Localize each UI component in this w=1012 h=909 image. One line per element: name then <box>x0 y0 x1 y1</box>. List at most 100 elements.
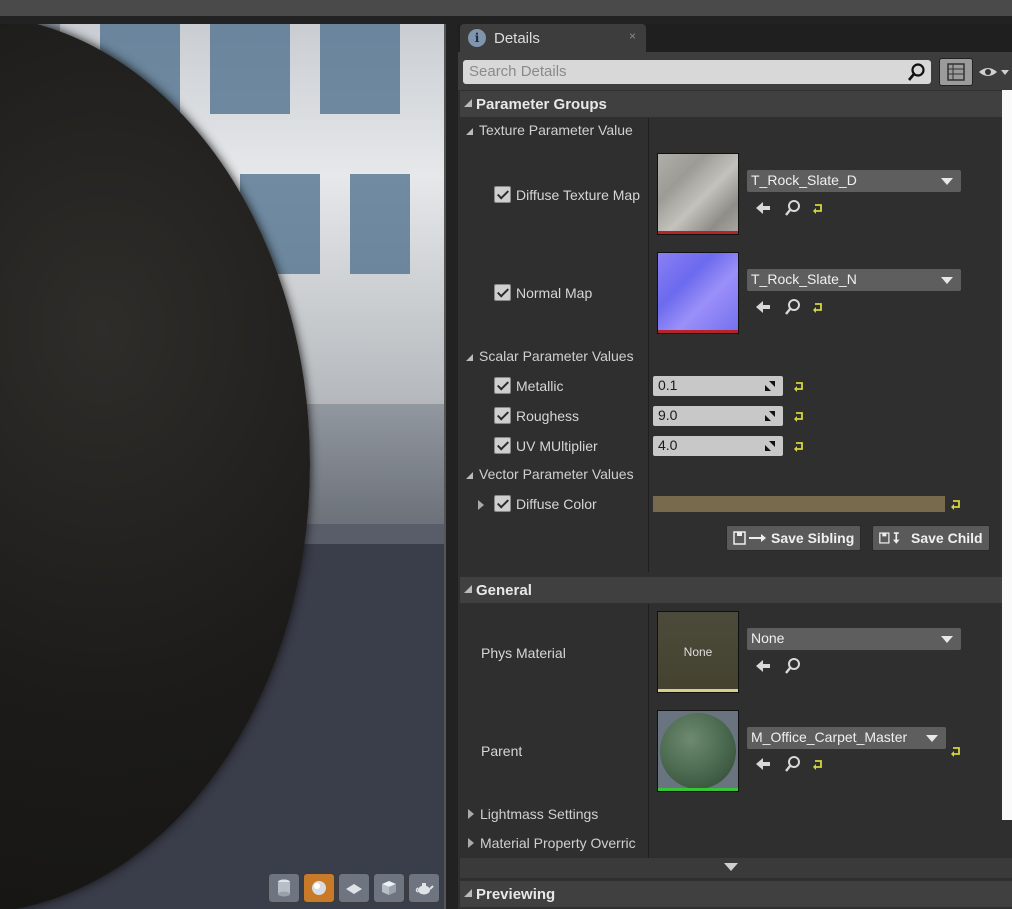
reset-to-default-icon[interactable] <box>793 410 805 422</box>
collapse-arrow-icon <box>464 585 472 593</box>
diffuse-texture-thumbnail[interactable] <box>657 153 739 235</box>
search-placeholder: Search Details <box>469 63 567 80</box>
property-matrix-button[interactable] <box>939 58 973 86</box>
button-label: Save Child <box>911 530 983 546</box>
roughness-value-field[interactable]: 9.0 <box>653 406 783 426</box>
details-panel: i Details × Search Details Parameter Gro… <box>458 24 1012 909</box>
use-selected-arrow-icon[interactable] <box>754 657 772 675</box>
tab-details[interactable]: i Details × <box>460 24 646 52</box>
phys-material-thumbnail[interactable]: None <box>657 611 739 693</box>
building-window <box>320 24 400 114</box>
collapse-arrow-icon <box>466 472 473 479</box>
column-divider <box>648 604 649 858</box>
group-texture-parameters[interactable]: Texture Parameter Value <box>466 122 646 138</box>
panel-tab-strip: i Details × <box>458 24 1012 52</box>
cylinder-icon[interactable] <box>268 873 300 903</box>
section-title: Parameter Groups <box>476 95 607 113</box>
browse-search-icon[interactable] <box>784 298 802 316</box>
param-label: Diffuse Texture Map <box>516 187 640 203</box>
scrollbar[interactable] <box>1002 90 1012 820</box>
save-child-button[interactable]: Save Child <box>872 525 990 551</box>
chevron-down-icon <box>724 863 738 871</box>
save-sibling-button[interactable]: Save Sibling <box>726 525 862 551</box>
uv-multiplier-checkbox[interactable] <box>494 437 511 454</box>
eye-icon[interactable] <box>977 64 1012 80</box>
reset-to-default-icon[interactable] <box>812 758 824 770</box>
chevron-down-icon <box>941 636 953 643</box>
parent-material-combo[interactable]: M_Office_Carpet_Master <box>747 727 946 749</box>
chevron-down-icon <box>941 277 953 284</box>
teapot-icon[interactable] <box>408 873 440 903</box>
group-label: Vector Parameter Values <box>479 466 634 482</box>
close-icon[interactable]: × <box>629 29 636 43</box>
chevron-down-icon <box>926 735 938 742</box>
expand-arrow-icon <box>468 838 474 848</box>
building-window <box>210 24 290 114</box>
use-selected-arrow-icon[interactable] <box>754 755 772 773</box>
reset-to-default-icon[interactable] <box>812 301 824 313</box>
section-title: Previewing <box>476 885 556 903</box>
top-toolbar-strip <box>0 0 1012 16</box>
show-advanced-row[interactable] <box>460 858 1012 878</box>
numeric-value: 4.0 <box>658 437 678 453</box>
roughness-checkbox[interactable] <box>494 407 511 424</box>
diffuse-color-swatch[interactable] <box>653 496 945 512</box>
diffuse-color-checkbox[interactable] <box>494 495 511 512</box>
expand-diagonal-icon <box>765 381 775 391</box>
preview-shape-toolbar <box>268 873 440 903</box>
param-label: Roughess <box>516 408 580 424</box>
collapse-arrow-icon <box>464 889 472 897</box>
phys-material-combo[interactable]: None <box>747 628 961 650</box>
texture-type-bar <box>658 231 738 234</box>
tab-details-label: Details <box>494 29 540 47</box>
sphere-icon[interactable] <box>303 873 335 903</box>
section-general[interactable]: General <box>460 577 1012 603</box>
texture-type-bar <box>658 330 738 333</box>
group-vector-parameters[interactable]: Vector Parameter Values <box>466 466 656 482</box>
reset-to-default-icon[interactable] <box>793 440 805 452</box>
search-input[interactable]: Search Details <box>463 60 931 84</box>
metallic-checkbox[interactable] <box>494 377 511 394</box>
column-divider <box>648 118 649 572</box>
cube-icon[interactable] <box>373 873 405 903</box>
browse-search-icon[interactable] <box>784 199 802 217</box>
group-scalar-parameters[interactable]: Scalar Parameter Values <box>466 348 656 364</box>
metallic-value-field[interactable]: 0.1 <box>653 376 783 396</box>
info-icon: i <box>468 29 486 47</box>
plane-icon[interactable] <box>338 873 370 903</box>
asset-name: None <box>751 630 785 646</box>
reset-to-default-icon[interactable] <box>950 498 962 510</box>
normal-map-checkbox[interactable] <box>494 284 511 301</box>
diffuse-texture-checkbox[interactable] <box>494 186 511 203</box>
grid-icon <box>947 63 965 81</box>
browse-search-icon[interactable] <box>784 755 802 773</box>
search-icon[interactable] <box>907 62 927 82</box>
parent-material-thumbnail[interactable] <box>657 710 739 792</box>
numeric-value: 9.0 <box>658 407 678 423</box>
chevron-down-icon <box>941 178 953 185</box>
group-lightmass-settings[interactable]: Lightmass Settings <box>468 806 648 822</box>
expand-arrow-icon[interactable] <box>478 497 490 513</box>
param-label: Diffuse Color <box>516 496 597 512</box>
reset-to-default-icon[interactable] <box>812 202 824 214</box>
uv-multiplier-value-field[interactable]: 4.0 <box>653 436 783 456</box>
asset-name: M_Office_Carpet_Master <box>751 729 908 745</box>
group-label: Texture Parameter Value <box>479 122 633 138</box>
use-selected-arrow-icon[interactable] <box>754 298 772 316</box>
section-previewing[interactable]: Previewing <box>460 881 1012 907</box>
expand-arrow-icon <box>468 809 474 819</box>
normal-map-thumbnail[interactable] <box>657 252 739 334</box>
section-title: General <box>476 581 532 599</box>
diffuse-texture-asset-combo[interactable]: T_Rock_Slate_D <box>747 170 961 192</box>
reset-to-default-icon[interactable] <box>950 745 962 757</box>
collapse-arrow-icon <box>466 354 473 361</box>
browse-search-icon[interactable] <box>784 657 802 675</box>
material-preview-viewport[interactable] <box>0 24 446 909</box>
use-selected-arrow-icon[interactable] <box>754 199 772 217</box>
save-child-icon <box>879 532 900 544</box>
group-material-property-overrides[interactable]: Material Property Overric <box>468 835 648 851</box>
section-parameter-groups[interactable]: Parameter Groups <box>460 91 1012 117</box>
reset-to-default-icon[interactable] <box>793 380 805 392</box>
param-label: Normal Map <box>516 285 593 301</box>
normal-map-asset-combo[interactable]: T_Rock_Slate_N <box>747 269 961 291</box>
